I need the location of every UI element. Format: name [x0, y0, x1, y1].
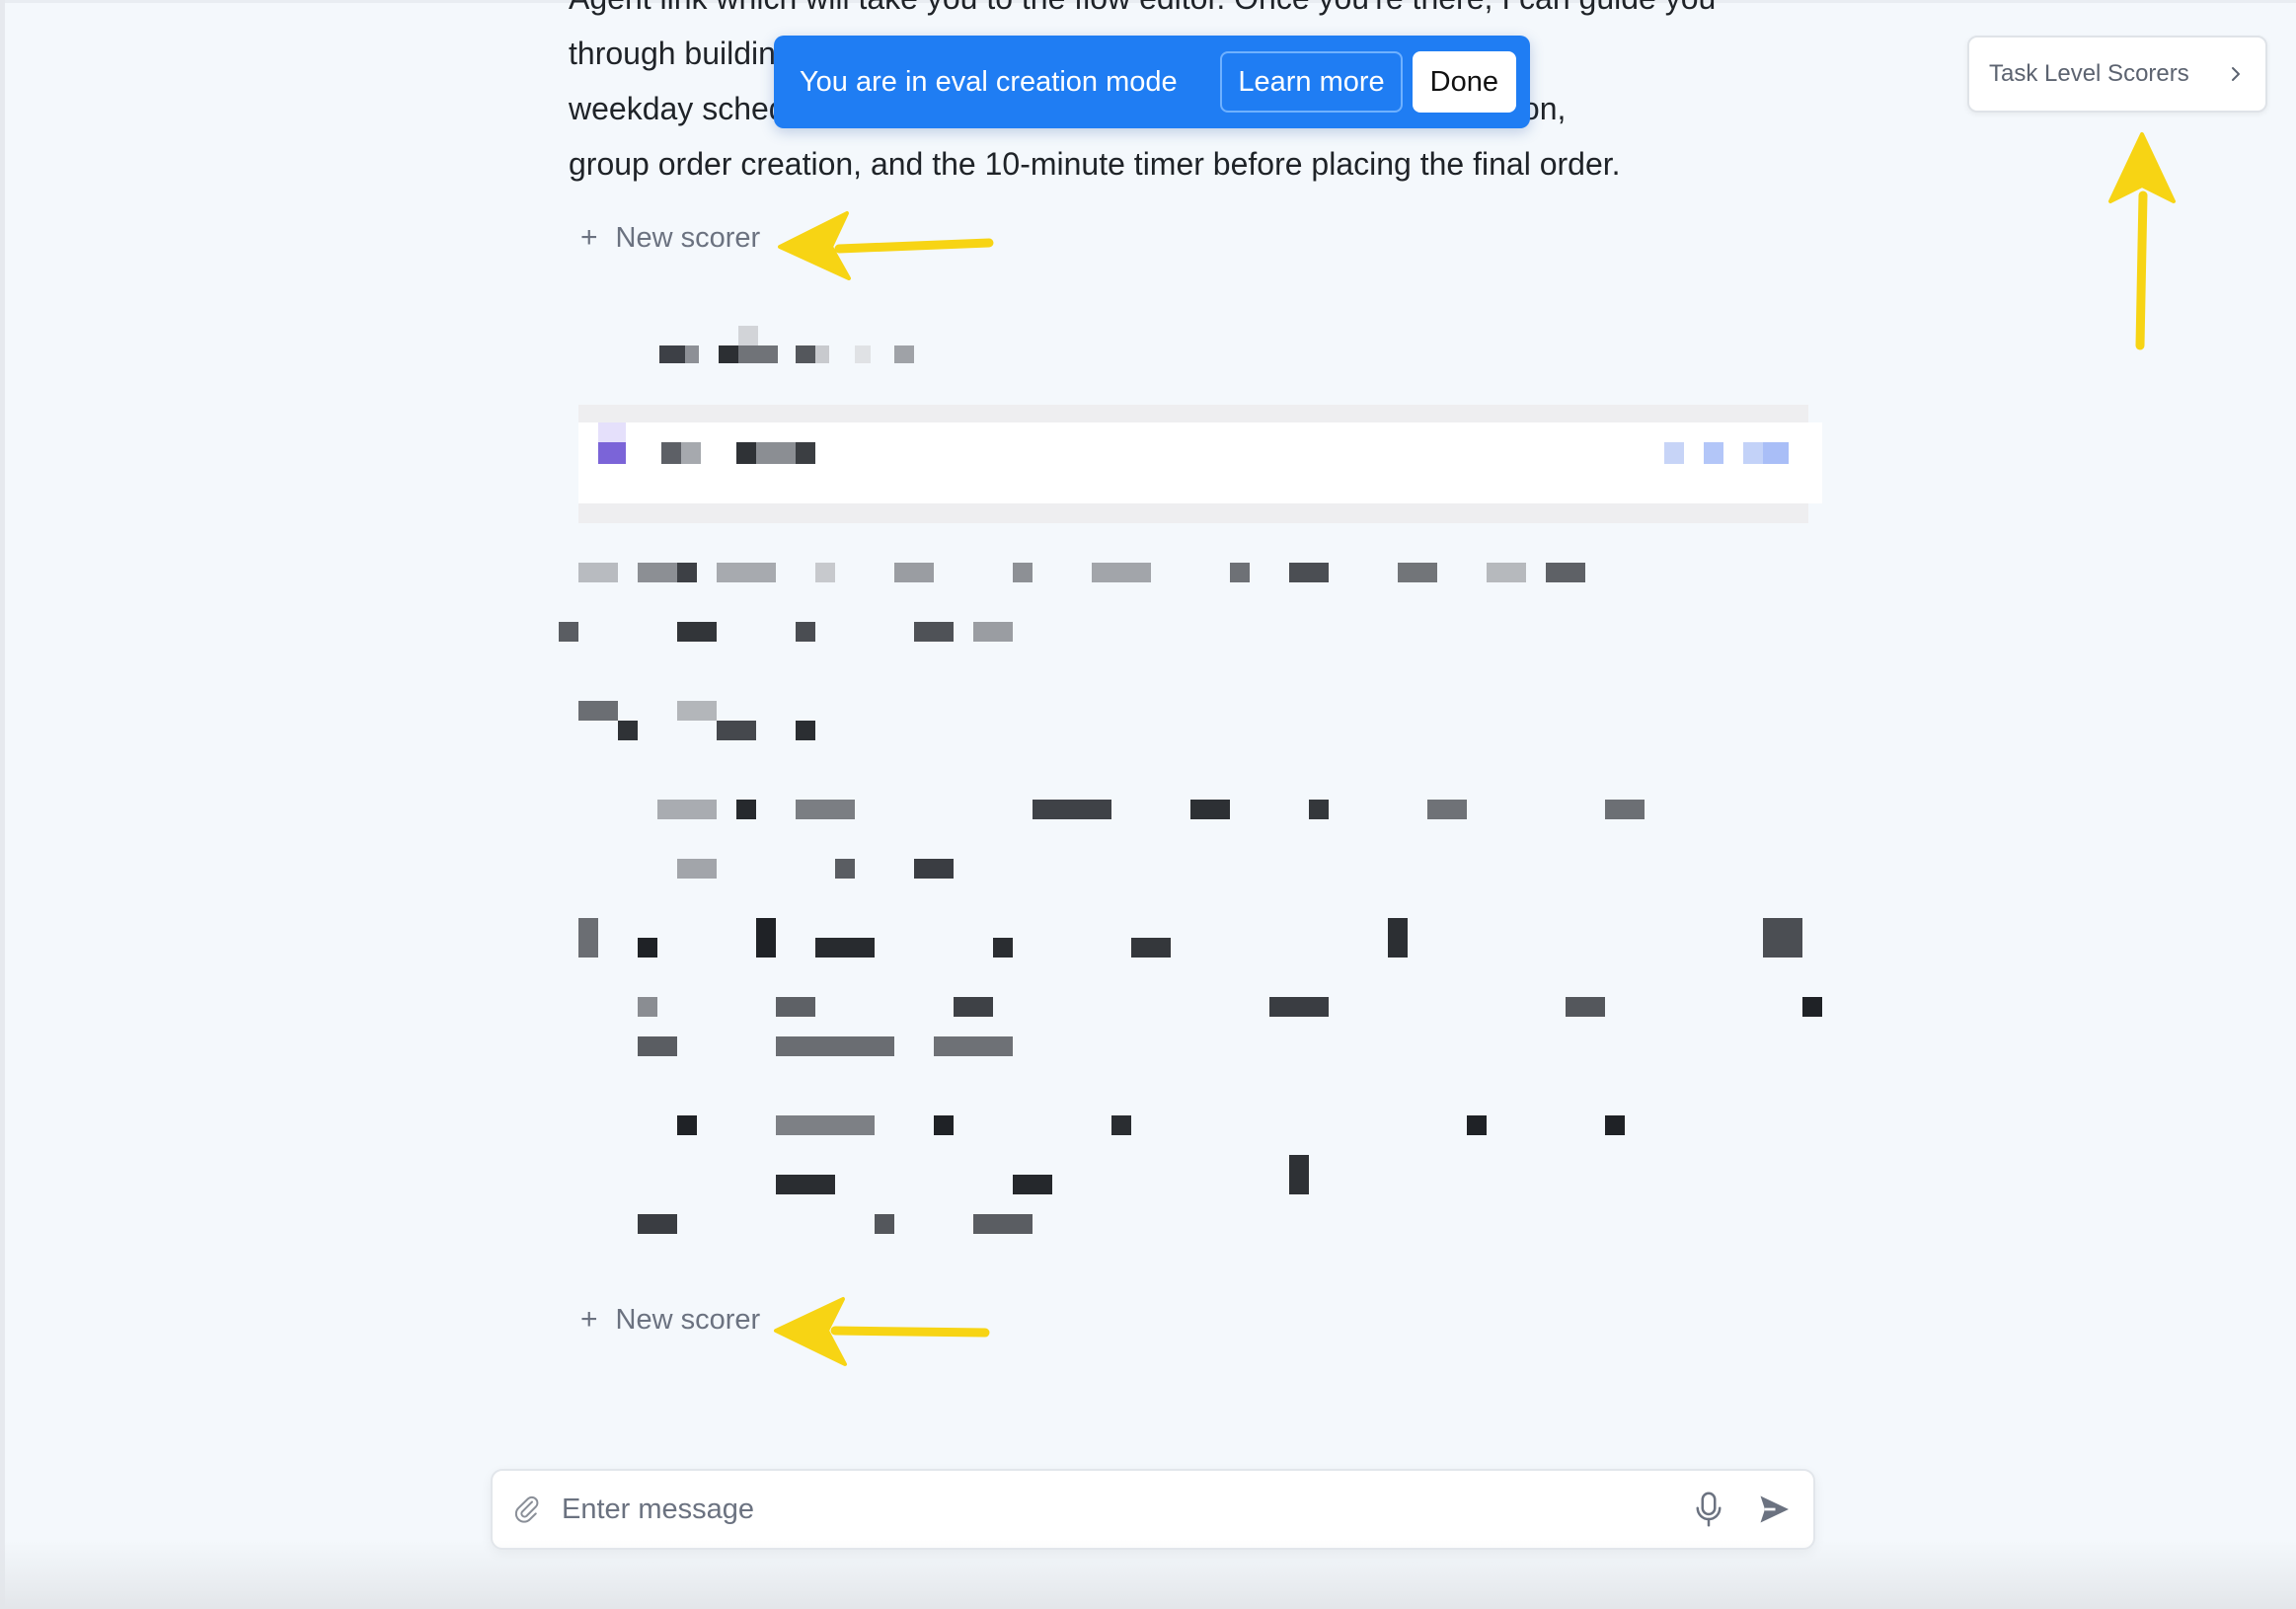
message-composer [491, 1469, 1815, 1550]
redacted-paragraph [578, 790, 1822, 888]
chevron-right-icon [2232, 67, 2240, 81]
bottom-fade [0, 1540, 2296, 1609]
microphone-icon[interactable] [1689, 1490, 1728, 1529]
annotation-arrow-left-icon [778, 211, 994, 280]
send-icon[interactable] [1754, 1490, 1794, 1529]
window-left-border [0, 0, 5, 1609]
message-input[interactable] [560, 1492, 1663, 1527]
new-scorer-button[interactable]: + New scorer [580, 221, 760, 255]
plus-icon: + [580, 1303, 598, 1336]
annotation-arrow-up-icon [2108, 132, 2176, 350]
annotation-arrow-left-icon [774, 1297, 990, 1366]
done-button[interactable]: Done [1412, 51, 1516, 113]
eval-mode-banner: You are in eval creation mode Learn more… [774, 36, 1530, 128]
task-level-scorers-label: Task Level Scorers [1989, 60, 2189, 87]
paperclip-icon[interactable] [512, 1493, 542, 1526]
new-scorer-label: New scorer [615, 221, 761, 254]
new-scorer-button[interactable]: + New scorer [580, 1303, 760, 1337]
new-scorer-label: New scorer [615, 1303, 761, 1336]
tool-call-card [578, 422, 1822, 503]
learn-more-button[interactable]: Learn more [1220, 51, 1403, 113]
task-level-scorers-button[interactable]: Task Level Scorers [1967, 36, 2267, 113]
redacted-list [578, 918, 1822, 1254]
message-line: Agent link which will take you to the fl… [569, 0, 1812, 26]
eval-mode-text: You are in eval creation mode [800, 65, 1178, 98]
redacted-subheading [559, 701, 835, 740]
redacted-paragraph [559, 553, 1822, 651]
redacted-heading [651, 326, 948, 365]
message-line: group order creation, and the 10-minute … [569, 146, 1621, 182]
plus-icon: + [580, 221, 598, 254]
